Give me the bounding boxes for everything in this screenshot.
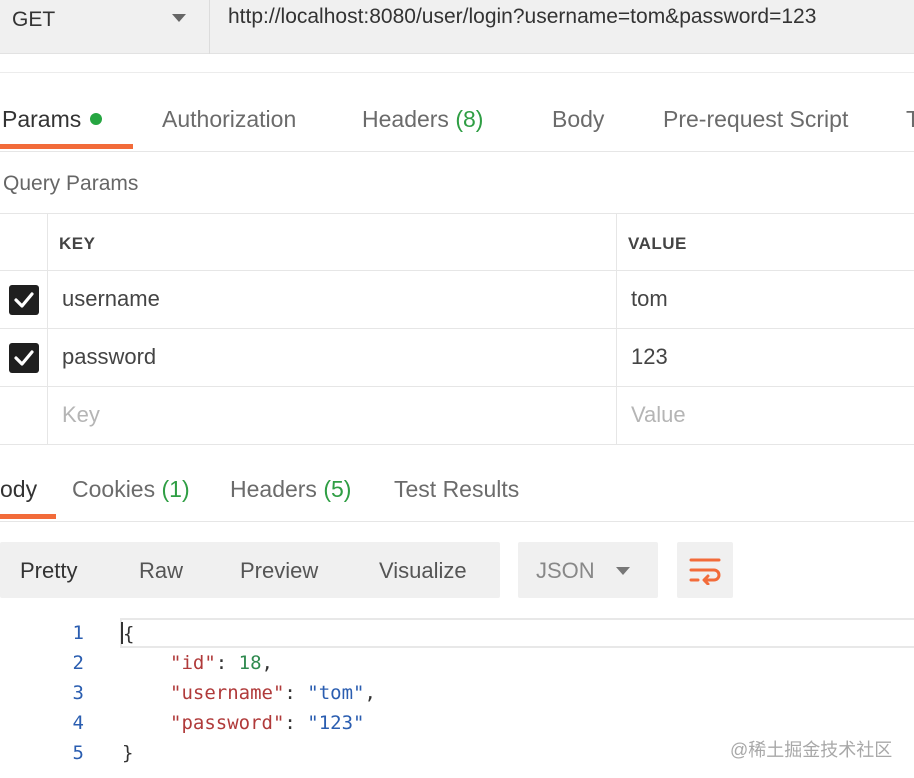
table-header-row: KEY VALUE bbox=[0, 213, 914, 271]
json-trail: , bbox=[364, 682, 376, 704]
request-tabs: Params Authorization Headers (8) Body Pr… bbox=[0, 90, 914, 152]
checkbox-cell bbox=[0, 329, 48, 386]
request-url-bar: GET http://localhost:8080/user/login?use… bbox=[0, 0, 914, 54]
tab-response-headers-count: (5) bbox=[323, 476, 352, 502]
view-raw-button[interactable]: Raw bbox=[139, 558, 183, 584]
json-trail: , bbox=[261, 652, 273, 674]
key-placeholder: Key bbox=[62, 402, 100, 427]
tab-response-headers[interactable]: Headers (5) bbox=[230, 476, 351, 503]
tab-body[interactable]: Body bbox=[552, 106, 604, 133]
json-separator: : bbox=[215, 652, 239, 674]
green-dot-icon bbox=[90, 113, 103, 125]
divider bbox=[0, 55, 914, 73]
wrap-lines-button[interactable] bbox=[677, 542, 733, 598]
query-params-title: Query Params bbox=[3, 172, 139, 195]
line-number: 5 bbox=[72, 742, 84, 764]
code-text: { bbox=[121, 622, 135, 645]
tab-cookies-count: (1) bbox=[161, 476, 190, 502]
tab-pre-request-script[interactable]: Pre-request Script bbox=[663, 106, 848, 133]
param-value: tom bbox=[631, 286, 668, 311]
header-value-cell: VALUE bbox=[617, 214, 914, 270]
code-line: 4 "password": "123" bbox=[0, 708, 914, 738]
close-brace: } bbox=[122, 742, 134, 764]
param-checkbox[interactable] bbox=[9, 343, 39, 373]
wrap-lines-icon bbox=[689, 558, 721, 585]
header-key-cell: KEY bbox=[48, 214, 617, 270]
response-tabs: ody Cookies (1) Headers (5) Test Results bbox=[0, 460, 914, 522]
tab-response-body[interactable]: ody bbox=[0, 476, 37, 503]
json-number: 18 bbox=[238, 652, 262, 674]
line-number: 4 bbox=[72, 712, 84, 734]
tab-response-headers-label: Headers bbox=[230, 476, 317, 502]
value-placeholder: Value bbox=[631, 402, 686, 427]
current-line-highlight bbox=[120, 618, 914, 648]
view-visualize-button[interactable]: Visualize bbox=[379, 558, 467, 584]
json-separator: : bbox=[284, 712, 308, 734]
new-value-input[interactable]: Value bbox=[617, 387, 914, 444]
table-row: password 123 bbox=[0, 329, 914, 387]
code-text: "password": "123" bbox=[170, 712, 364, 734]
json-key: "id" bbox=[170, 652, 216, 674]
method-label: GET bbox=[12, 8, 56, 31]
header-checkbox-cell bbox=[0, 214, 48, 270]
active-tab-indicator bbox=[0, 144, 133, 149]
line-number: 1 bbox=[72, 622, 84, 644]
param-key: password bbox=[62, 344, 157, 369]
json-key: "password" bbox=[170, 712, 285, 734]
line-number: 2 bbox=[72, 652, 84, 674]
checkbox-cell bbox=[0, 271, 48, 328]
param-key-cell[interactable]: username bbox=[48, 271, 617, 328]
json-string: "tom" bbox=[307, 682, 365, 704]
checkmark-icon bbox=[14, 350, 34, 366]
tab-params-label: Params bbox=[2, 106, 82, 132]
tab-headers-label: Headers bbox=[362, 106, 449, 132]
tab-authorization[interactable]: Authorization bbox=[162, 106, 296, 133]
checkbox-cell bbox=[0, 387, 48, 444]
json-key: "username" bbox=[170, 682, 285, 704]
tab-params[interactable]: Params bbox=[2, 106, 103, 133]
view-preview-button[interactable]: Preview bbox=[240, 558, 318, 584]
code-text: "id": 18, bbox=[170, 652, 273, 674]
code-text: "username": "tom", bbox=[170, 682, 376, 704]
table-row-empty: Key Value bbox=[0, 387, 914, 445]
param-value: 123 bbox=[631, 344, 668, 369]
code-line: 2 "id": 18, bbox=[0, 648, 914, 678]
new-key-input[interactable]: Key bbox=[48, 387, 617, 444]
json-string: "123" bbox=[307, 712, 365, 734]
code-line: 1 { bbox=[0, 618, 914, 648]
column-header-value: VALUE bbox=[628, 234, 687, 253]
format-label: JSON bbox=[536, 558, 595, 583]
table-row: username tom bbox=[0, 271, 914, 329]
watermark: @稀土掘金技术社区 bbox=[730, 740, 893, 760]
tab-cookies-label: Cookies bbox=[72, 476, 156, 502]
method-select[interactable]: GET bbox=[0, 0, 210, 54]
chevron-down-icon bbox=[616, 567, 630, 575]
active-tab-indicator bbox=[0, 514, 56, 519]
param-value-cell[interactable]: 123 bbox=[617, 329, 914, 386]
chevron-down-icon bbox=[172, 14, 186, 22]
line-number: 3 bbox=[72, 682, 84, 704]
json-separator: : bbox=[284, 682, 308, 704]
param-key: username bbox=[62, 286, 160, 311]
open-brace: { bbox=[123, 623, 135, 645]
tab-headers[interactable]: Headers (8) bbox=[362, 106, 483, 133]
url-input[interactable]: http://localhost:8080/user/login?usernam… bbox=[228, 5, 816, 29]
tab-headers-count: (8) bbox=[455, 106, 484, 132]
code-line: 3 "username": "tom", bbox=[0, 678, 914, 708]
param-value-cell[interactable]: tom bbox=[617, 271, 914, 328]
response-view-toolbar: Pretty Raw Preview Visualize bbox=[0, 542, 500, 598]
tab-tests-truncated[interactable]: T bbox=[906, 106, 914, 133]
param-key-cell[interactable]: password bbox=[48, 329, 617, 386]
column-header-key: KEY bbox=[59, 234, 96, 253]
tab-test-results[interactable]: Test Results bbox=[394, 476, 519, 503]
view-pretty-button[interactable]: Pretty bbox=[20, 558, 77, 584]
param-checkbox[interactable] bbox=[9, 285, 39, 315]
format-select[interactable]: JSON bbox=[518, 542, 658, 598]
checkmark-icon bbox=[14, 292, 34, 308]
tab-cookies[interactable]: Cookies (1) bbox=[72, 476, 190, 503]
